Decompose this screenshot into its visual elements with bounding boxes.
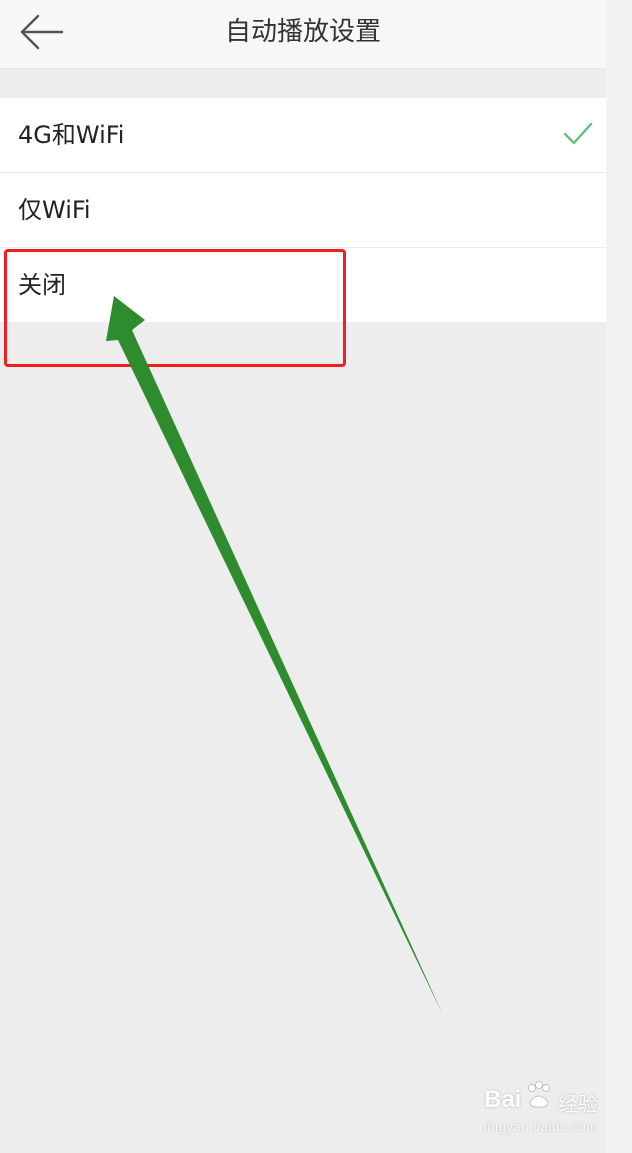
option-4g-and-wifi[interactable]: 4G和WiFi <box>0 98 606 172</box>
option-label: 4G和WiFi <box>18 121 125 149</box>
screen-edge-strip <box>606 0 632 1153</box>
option-wifi-only[interactable]: 仅WiFi <box>0 172 606 247</box>
watermark-domain: jingyan.baidu.com <box>484 1120 598 1134</box>
paw-icon <box>528 1081 550 1108</box>
app-screen: 自动播放设置 4G和WiFi 仅WiFi 关闭 <box>0 0 606 1153</box>
baidu-jingyan-watermark: Bai 经验 jingyan.baidu.com <box>484 1080 614 1140</box>
option-label: 仅WiFi <box>18 196 91 224</box>
watermark-brand: Bai <box>484 1086 522 1113</box>
watermark-brand-suffix: 经验 <box>558 1092 598 1116</box>
option-off[interactable]: 关闭 <box>0 247 606 322</box>
option-label: 关闭 <box>18 271 66 299</box>
checkmark-icon <box>563 122 593 145</box>
page-title: 自动播放设置 <box>224 17 381 47</box>
autoplay-options-list: 4G和WiFi 仅WiFi 关闭 <box>0 98 606 322</box>
nav-bar: 自动播放设置 <box>0 0 606 69</box>
